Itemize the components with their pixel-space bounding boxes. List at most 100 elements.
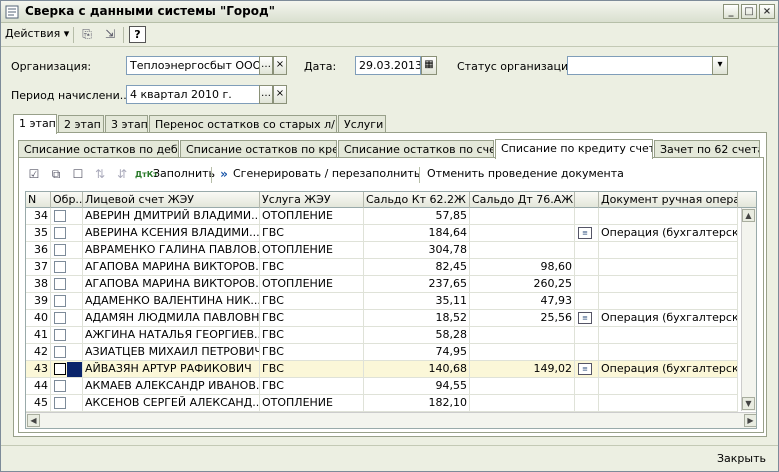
sort-asc-icon[interactable]: ⇅ — [91, 166, 109, 184]
cell-n[interactable]: 35 — [26, 225, 51, 242]
doc-icon-cell[interactable] — [575, 395, 599, 412]
tab-stage-2[interactable]: 2 этап — [58, 115, 104, 133]
sort-desc-icon[interactable]: ⇵ — [113, 166, 131, 184]
cell-n[interactable]: 41 — [26, 327, 51, 344]
tab-offset-62[interactable]: Зачет по 62 счетам — [654, 140, 760, 158]
tab-writeoff-credit-account[interactable]: Списание по кредиту счет... — [495, 139, 653, 159]
processed-cell[interactable] — [51, 276, 83, 293]
cell-kt[interactable]: 184,64 — [364, 225, 470, 242]
cell-kt[interactable]: 18,52 — [364, 310, 470, 327]
cell-kt[interactable]: 35,11 — [364, 293, 470, 310]
cell-account[interactable]: АВЕРИН ДМИТРИЙ ВЛАДИМИ... — [83, 208, 260, 225]
cell-doc[interactable] — [599, 395, 738, 412]
cell-dt[interactable] — [470, 378, 575, 395]
col-saldo-kt[interactable]: Сальдо Кт 62.2Ж — [364, 192, 470, 208]
vertical-scrollbar[interactable]: ▲ ▼ — [741, 208, 756, 411]
cell-account[interactable]: АКМАЕВ АЛЕКСАНДР ИВАНОВ... — [83, 378, 260, 395]
cell-kt[interactable]: 57,85 — [364, 208, 470, 225]
cell-service[interactable]: ОТОПЛЕНИЕ — [260, 395, 364, 412]
tab-writeoff-account[interactable]: Списание остатков по сче... — [338, 140, 494, 158]
doc-icon-cell[interactable]: ≡ — [575, 361, 599, 378]
doc-icon-cell[interactable] — [575, 293, 599, 310]
cell-n[interactable]: 43 — [26, 361, 51, 378]
processed-checkbox[interactable] — [54, 363, 66, 375]
doc-icon-cell[interactable] — [575, 327, 599, 344]
col-n[interactable]: N — [26, 192, 51, 208]
org-clear-button[interactable]: × — [273, 56, 287, 75]
cell-service[interactable]: ОТОПЛЕНИЕ — [260, 242, 364, 259]
table-row[interactable]: 34 АВЕРИН ДМИТРИЙ ВЛАДИМИ... ОТОПЛЕНИЕ 57,8… — [26, 208, 738, 225]
cell-dt[interactable] — [470, 395, 575, 412]
cell-service[interactable]: ГВС — [260, 310, 364, 327]
processed-cell[interactable] — [51, 327, 83, 344]
close-button[interactable]: Закрыть — [711, 450, 772, 468]
status-dropdown-button[interactable]: ▾ — [712, 56, 728, 75]
cell-n[interactable]: 39 — [26, 293, 51, 310]
period-select-button[interactable]: … — [259, 85, 273, 104]
cell-n[interactable]: 37 — [26, 259, 51, 276]
cell-doc[interactable]: Операция (бухгалтерск... — [599, 225, 738, 242]
processed-checkbox[interactable] — [54, 329, 66, 341]
col-processed[interactable]: Обр... — [51, 192, 83, 208]
processed-cell[interactable] — [51, 378, 83, 395]
cell-account[interactable]: АГАПОВА МАРИНА ВИКТОРОВ... — [83, 259, 260, 276]
doc-icon-cell[interactable]: ≡ — [575, 310, 599, 327]
close-window-button[interactable]: × — [759, 4, 775, 19]
col-document[interactable]: Документ ручная опера... — [599, 192, 738, 208]
tab-stage-1[interactable]: 1 этап — [13, 114, 57, 134]
cell-doc[interactable] — [599, 259, 738, 276]
cell-service[interactable]: ГВС — [260, 293, 364, 310]
cell-service[interactable]: ГВС — [260, 361, 364, 378]
cell-n[interactable]: 36 — [26, 242, 51, 259]
doc-icon-cell[interactable] — [575, 276, 599, 293]
cell-account[interactable]: АГАПОВА МАРИНА ВИКТОРОВ... — [83, 276, 260, 293]
processed-checkbox[interactable] — [54, 397, 66, 409]
horizontal-scrollbar[interactable]: ◀ ▶ — [26, 412, 756, 428]
cell-dt[interactable]: 149,02 — [470, 361, 575, 378]
cell-doc[interactable] — [599, 293, 738, 310]
cell-service[interactable]: ГВС — [260, 327, 364, 344]
cell-dt[interactable] — [470, 208, 575, 225]
cell-service[interactable]: ОТОПЛЕНИЕ — [260, 276, 364, 293]
col-doc-icon[interactable] — [575, 192, 599, 208]
cell-n[interactable]: 42 — [26, 344, 51, 361]
cell-n[interactable]: 45 — [26, 395, 51, 412]
table-row[interactable]: 45 АКСЕНОВ СЕРГЕЙ АЛЕКСАНД... ОТОПЛЕНИЕ 182… — [26, 395, 738, 412]
cell-kt[interactable]: 237,65 — [364, 276, 470, 293]
cell-n[interactable]: 38 — [26, 276, 51, 293]
table-row[interactable]: 43 АЙВАЗЯН АРТУР РАФИКОВИЧ ГВС 140,68 149,02… — [26, 361, 738, 378]
cell-service[interactable]: ГВС — [260, 344, 364, 361]
go-to-icon[interactable]: ⇲ — [101, 26, 119, 44]
doc-icon-cell[interactable] — [575, 242, 599, 259]
period-clear-button[interactable]: × — [273, 85, 287, 104]
processed-cell[interactable] — [51, 208, 83, 225]
cell-doc[interactable] — [599, 276, 738, 293]
cell-kt[interactable]: 304,78 — [364, 242, 470, 259]
processed-checkbox[interactable] — [54, 210, 66, 222]
calendar-icon[interactable]: ▦ — [421, 56, 437, 75]
doc-icon-cell[interactable]: ≡ — [575, 225, 599, 242]
scroll-left-icon[interactable]: ◀ — [27, 414, 40, 427]
date-field[interactable]: 29.03.2013 — [355, 56, 421, 75]
processed-checkbox[interactable] — [54, 261, 66, 273]
col-saldo-dt[interactable]: Сальдо Дт 76.АЖ — [470, 192, 575, 208]
cell-doc[interactable] — [599, 327, 738, 344]
doc-icon-cell[interactable] — [575, 208, 599, 225]
processed-checkbox[interactable] — [54, 380, 66, 392]
processed-checkbox[interactable] — [54, 295, 66, 307]
cell-n[interactable]: 34 — [26, 208, 51, 225]
processed-checkbox[interactable] — [54, 278, 66, 290]
scroll-up-icon[interactable]: ▲ — [742, 209, 755, 222]
cell-account[interactable]: АВЕРИНА КСЕНИЯ ВЛАДИМИ... — [83, 225, 260, 242]
cell-dt[interactable]: 260,25 — [470, 276, 575, 293]
org-field[interactable]: Теплоэнергосбыт ООО — [126, 56, 260, 75]
cell-account[interactable]: АВРАМЕНКО ГАЛИНА ПАВЛОВ... — [83, 242, 260, 259]
copy-document-icon[interactable]: ⎘ — [78, 26, 96, 44]
cell-dt[interactable] — [470, 327, 575, 344]
cell-service[interactable]: ОТОПЛЕНИЕ — [260, 208, 364, 225]
cell-doc[interactable] — [599, 208, 738, 225]
cell-doc[interactable]: Операция (бухгалтерск... — [599, 310, 738, 327]
copy-rows-icon[interactable]: ⧉ — [47, 166, 65, 184]
cell-service[interactable]: ГВС — [260, 259, 364, 276]
scroll-right-icon[interactable]: ▶ — [744, 414, 756, 427]
